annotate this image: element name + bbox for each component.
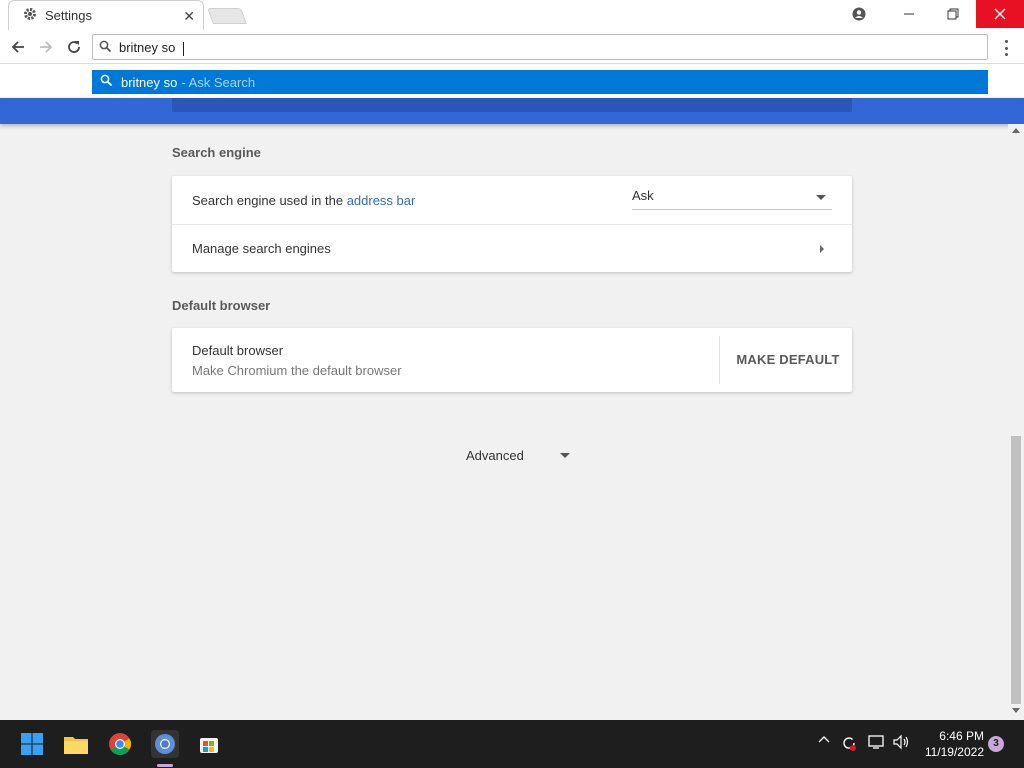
search-icon [99,40,112,58]
network-icon[interactable] [868,734,886,753]
section-title-default-browser: Default browser [172,298,271,313]
close-window-button[interactable] [976,0,1024,28]
chromium-icon[interactable] [151,730,179,758]
forward-arrow-icon[interactable] [35,36,57,58]
text-cursor [183,42,189,56]
chrome-icon[interactable] [106,730,134,758]
scroll-thumb[interactable] [1011,436,1021,704]
reload-icon[interactable] [63,36,85,58]
windows-start-icon[interactable] [18,730,46,758]
profile-icon[interactable] [836,0,882,28]
gear-icon [23,7,37,24]
clock-date: 11/19/2022 [924,745,984,759]
search-engine-label: Search engine used in the address bar [192,192,416,208]
taskbar: 6:46 PM 11/19/2022 3 [0,720,1024,768]
address-bar-link[interactable]: address bar [347,193,416,208]
volume-icon[interactable] [892,734,910,753]
advanced-label: Advanced [466,448,524,463]
chevron-right-icon [820,245,824,253]
minimize-button[interactable] [886,0,932,28]
tab-close-icon[interactable]: ✕ [183,8,195,25]
browser-titlebar: Settings ✕ [0,0,1024,30]
search-engine-card: Search engine used in the address bar As… [172,176,852,272]
suggestion-provider: - Ask Search [181,74,256,90]
divider [719,336,720,384]
active-app-indicator [157,764,173,767]
page-scrollbar[interactable] [1008,124,1024,720]
file-explorer-icon[interactable] [62,730,90,758]
search-engine-selected: Ask [632,188,654,203]
notification-badge[interactable]: 3 [988,736,1004,752]
suggestion-query: britney so [121,74,178,90]
section-title-search-engine: Search engine [172,145,261,160]
dropdown-arrow-icon [816,195,826,200]
address-bar-text: britney so [119,40,176,55]
scroll-down-icon[interactable] [1012,708,1020,713]
search-icon [100,74,113,90]
browser-menu-icon[interactable] [998,38,1014,58]
taskbar-clock[interactable]: 6:46 PM 11/19/2022 [918,728,984,760]
sync-icon[interactable] [840,734,858,755]
default-browser-subtitle: Make Chromium the default browser [192,363,402,378]
tab-settings[interactable]: Settings ✕ [8,0,204,30]
scroll-up-icon[interactable] [1012,128,1020,133]
clock-time: 6:46 PM [939,729,984,743]
chevron-up-icon[interactable] [818,734,830,749]
search-engine-row: Search engine used in the address bar As… [172,176,852,224]
settings-search-field[interactable] [172,98,852,112]
chevron-down-icon [559,453,570,458]
suggestion-item[interactable]: britney so - Ask Search [92,70,988,94]
back-arrow-icon[interactable] [7,36,29,58]
restore-button[interactable] [930,0,976,28]
settings-header [0,98,1024,124]
search-engine-select[interactable]: Ask [632,188,832,210]
manage-search-engines-label: Manage search engines [192,241,331,256]
advanced-toggle[interactable]: Advanced [466,448,570,463]
default-browser-title: Default browser [192,343,284,358]
store-icon[interactable] [195,730,223,758]
default-browser-card: Default browser Make Chromium the defaul… [172,328,852,392]
browser-toolbar: britney so [0,30,1024,64]
manage-search-engines-row[interactable]: Manage search engines [172,224,852,272]
address-bar-input[interactable]: britney so [92,34,988,60]
omnibox-dropdown: britney so - Ask Search [0,64,1024,98]
make-default-button[interactable]: MAKE DEFAULT [732,352,844,367]
new-tab-button[interactable] [207,8,247,24]
tab-title: Settings [45,8,92,23]
